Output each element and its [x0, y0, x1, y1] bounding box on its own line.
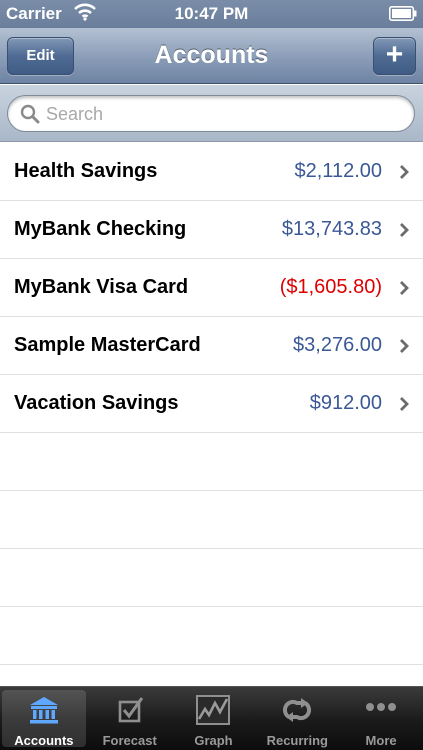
empty-row	[0, 607, 423, 665]
empty-row	[0, 433, 423, 491]
account-name: Sample MasterCard	[14, 334, 201, 356]
graph-icon	[196, 695, 231, 725]
accounts-list: Health Savings $2,112.00 MyBank Checking…	[0, 143, 423, 665]
chevron-right-icon	[400, 165, 409, 179]
more-dots-icon	[366, 703, 397, 711]
account-balance: $13,743.83	[281, 218, 382, 240]
bank-icon	[29, 697, 58, 724]
tab-label: Recurring	[266, 733, 328, 748]
account-balance: $912.00	[309, 392, 382, 414]
account-row[interactable]: MyBank Checking $13,743.83	[0, 201, 423, 259]
chevron-right-icon	[400, 339, 409, 353]
account-balance: $2,112.00	[294, 160, 383, 182]
tab-label: More	[365, 733, 397, 748]
account-name: Health Savings	[14, 160, 158, 182]
tab-accounts[interactable]: Accounts	[2, 690, 86, 748]
battery-icon	[389, 6, 417, 21]
search-input[interactable]	[46, 102, 406, 126]
account-row[interactable]: Health Savings $2,112.00	[0, 143, 423, 201]
chevron-right-icon	[400, 281, 409, 295]
account-balance: ($1,605.80)	[279, 276, 382, 298]
page-title: Accounts	[154, 41, 269, 69]
tab-bar: Accounts Forecast Graph Recurring More	[0, 686, 423, 750]
account-name: MyBank Checking	[14, 218, 187, 240]
tab-label: Graph	[194, 733, 233, 748]
status-bar: Carrier 10:47 PM	[0, 0, 423, 28]
search-icon	[20, 104, 40, 124]
add-account-button[interactable]: +	[373, 37, 416, 75]
account-row[interactable]: MyBank Visa Card ($1,605.80)	[0, 259, 423, 317]
chevron-right-icon	[400, 397, 409, 411]
clock: 10:47 PM	[174, 4, 249, 23]
account-row[interactable]: Sample MasterCard $3,276.00	[0, 317, 423, 375]
search-bar	[0, 85, 423, 142]
tab-label: Accounts	[14, 733, 74, 748]
tab-recurring[interactable]: Recurring	[255, 687, 339, 750]
empty-row	[0, 491, 423, 549]
search-field[interactable]	[7, 95, 415, 132]
tab-more[interactable]: More	[339, 687, 423, 750]
tab-forecast[interactable]: Forecast	[88, 687, 172, 750]
repeat-icon	[283, 698, 312, 722]
empty-row	[0, 549, 423, 607]
chevron-right-icon	[400, 223, 409, 237]
account-name: MyBank Visa Card	[14, 276, 189, 298]
checkbox-icon	[118, 697, 143, 723]
tab-label: Forecast	[102, 733, 157, 748]
navigation-bar: Edit Accounts +	[0, 28, 423, 84]
account-balance: $3,276.00	[293, 334, 382, 356]
account-row[interactable]: Vacation Savings $912.00	[0, 375, 423, 433]
tab-graph[interactable]: Graph	[172, 687, 256, 750]
account-name: Vacation Savings	[14, 392, 179, 414]
